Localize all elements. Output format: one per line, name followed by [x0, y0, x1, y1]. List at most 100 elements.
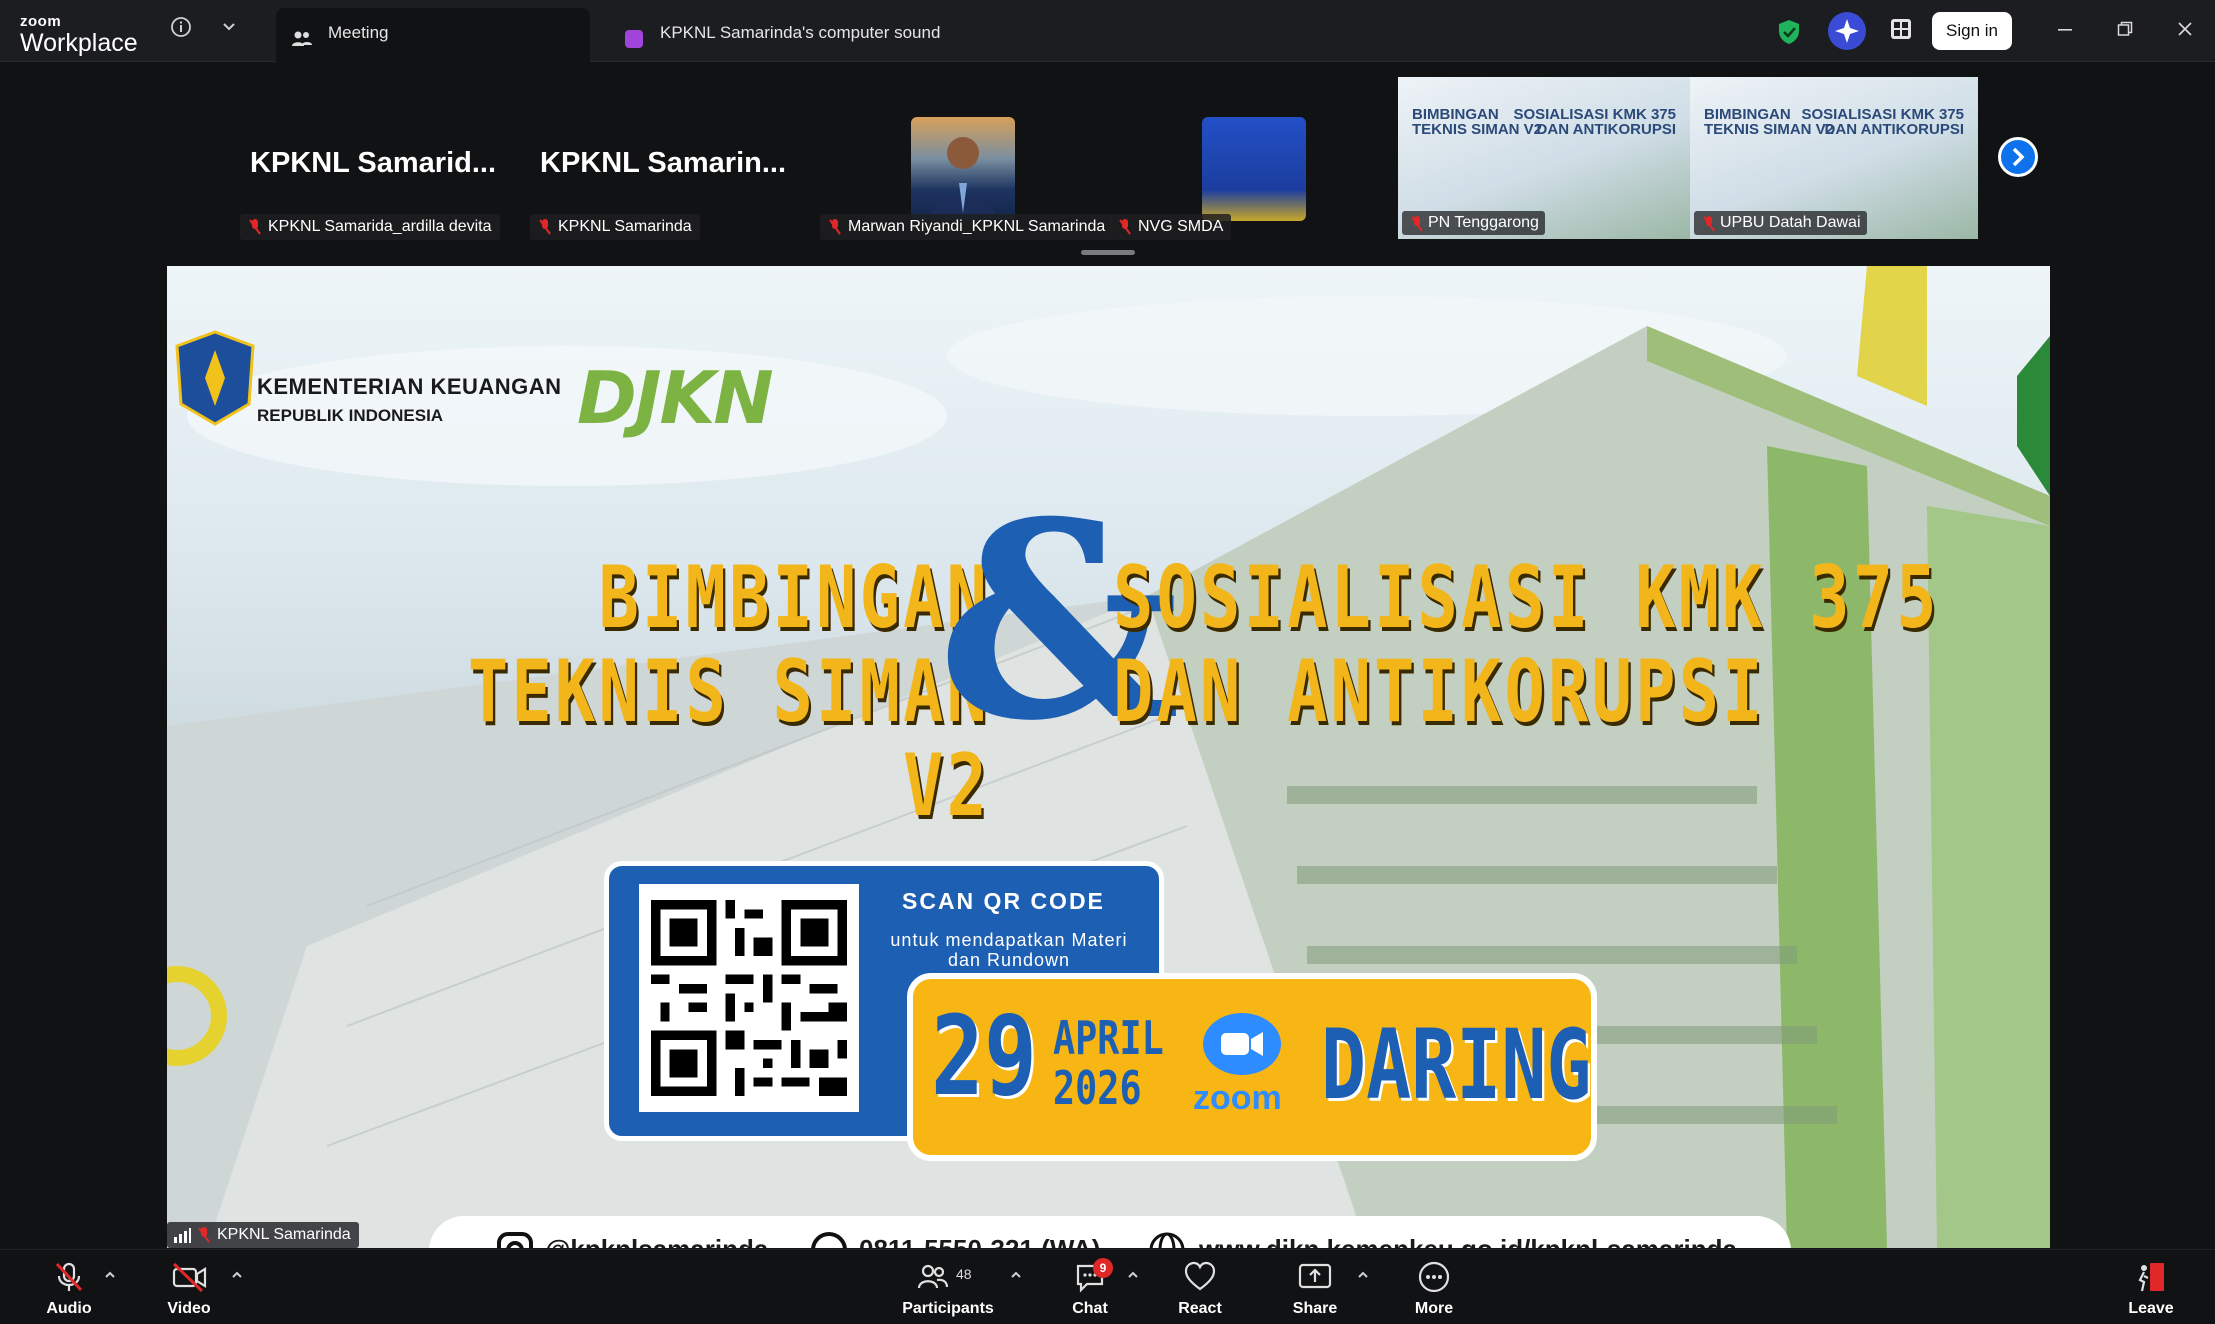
brand-big: Workplace [20, 29, 138, 57]
participant-label: KPKNL Samarida_ardilla devita [240, 214, 500, 240]
presenter-name: KPKNL Samarinda [217, 1226, 351, 1243]
org-line-2: REPUBLIK INDONESIA [257, 406, 444, 425]
title-right-line-1: SOSIALISASI KMK 375 [1113, 548, 1940, 648]
strip-scroll-indicator[interactable] [1081, 250, 1135, 255]
meeting-toolbar: Audio Video 48 Participants 9 Chat React… [0, 1249, 2215, 1324]
event-month: APRIL [1053, 1011, 1164, 1065]
scan-qr-title: SCAN QR CODE [902, 888, 1105, 914]
scan-qr-subtitle: untuk mendapatkan Materi dan Rundown [890, 930, 1128, 970]
audio-options-chevron-icon[interactable] [101, 1268, 119, 1286]
ai-companion-icon[interactable] [1826, 10, 1868, 57]
zoom-workplace-logo: zoom Workplace [20, 14, 138, 56]
zoom-wordmark: zoom [1193, 1079, 1282, 1117]
contact-phone: 0811-5550-321 (WA) [859, 1234, 1100, 1248]
minimize-icon[interactable] [2050, 16, 2080, 46]
thumb-title-right: SOSIALISASI KMK 375 DAN ANTIKORUPSI [1513, 106, 1676, 138]
next-page-button[interactable] [1998, 137, 2038, 177]
signal-bars-icon [174, 1228, 191, 1243]
chevron-down-icon[interactable] [216, 16, 242, 42]
shared-screen: KEMENTERIAN KEUANGAN REPUBLIK INDONESIA … [167, 266, 2050, 1248]
chevron-right-icon [2012, 147, 2025, 167]
globe-icon [1149, 1232, 1185, 1248]
participant-display-name: KPKNL Samarid... [250, 147, 497, 179]
participants-options-chevron-icon[interactable] [1007, 1268, 1025, 1286]
apps-grid-icon[interactable] [1888, 16, 1914, 47]
participant-tile[interactable]: NVG SMDA [1110, 75, 1306, 240]
whatsapp-icon [811, 1232, 847, 1248]
tab-meeting-label: Meeting [328, 23, 389, 42]
title-right-line-2: DAN ANTIKORUPSI [1113, 642, 1766, 742]
mic-muted-icon [55, 1262, 83, 1292]
participant-tile-screen-thumbnail[interactable]: BIMBINGAN TEKNIS SIMAN V2 SOSIALISASI KM… [1398, 77, 1690, 239]
close-icon[interactable] [2170, 16, 2200, 46]
participant-video-thumbnail [911, 117, 1015, 221]
more-dots-icon [1418, 1261, 1450, 1293]
participants-count: 48 [956, 1266, 972, 1282]
participant-tile[interactable]: KPKNL Samarin... KPKNL Samarinda [530, 75, 820, 240]
more-label: More [1414, 1300, 1454, 1317]
heart-icon [1184, 1261, 1216, 1291]
people-icon [290, 21, 314, 46]
participant-name: KPKNL Samarinda [558, 218, 692, 235]
video-button[interactable]: Video [144, 1258, 234, 1322]
mic-muted-icon [1703, 216, 1715, 232]
presenter-label: KPKNL Samarinda [167, 1222, 359, 1248]
contact-instagram: @kpknlsamarinda [545, 1234, 768, 1248]
react-button[interactable]: React [1155, 1258, 1245, 1322]
participants-label: Participants [902, 1300, 994, 1317]
slide-title-left: BIMBINGAN TEKNIS SIMAN V2 [348, 551, 990, 833]
sign-in-button[interactable]: Sign in [1932, 12, 2012, 50]
app-square-icon [622, 21, 646, 48]
tab-computer-sound-label: KPKNL Samarinda's computer sound [660, 23, 941, 42]
participant-video-thumbnail [1202, 117, 1306, 221]
participant-label: NVG SMDA [1110, 214, 1232, 240]
participant-label: Marwan Riyandi_KPKNL Samarinda [820, 214, 1114, 240]
participant-label: PN Tenggarong [1402, 211, 1545, 235]
participants-icon [917, 1264, 949, 1289]
chat-button[interactable]: 9 Chat [1045, 1258, 1135, 1322]
info-icon[interactable] [168, 16, 194, 42]
shield-check-icon[interactable] [1776, 18, 1802, 51]
share-button[interactable]: Share [1270, 1258, 1360, 1322]
mic-muted-icon [198, 1227, 210, 1243]
video-options-chevron-icon[interactable] [228, 1268, 246, 1286]
share-options-chevron-icon[interactable] [1354, 1268, 1372, 1286]
event-month-year: APRIL 2026 [1053, 1013, 1164, 1113]
leave-label: Leave [2128, 1300, 2174, 1317]
event-mode: DARING [1321, 1009, 1592, 1121]
participants-button[interactable]: 48 Participants [898, 1258, 998, 1322]
djkn-logo-text: DJKN [577, 356, 774, 440]
participant-tile[interactable]: Marwan Riyandi_KPKNL Samarinda [820, 75, 1114, 240]
video-off-icon [172, 1262, 207, 1293]
more-button[interactable]: More [1389, 1258, 1479, 1322]
org-line-1: KEMENTERIAN KEUANGAN [257, 374, 562, 399]
title-left-line-2: TEKNIS SIMAN V2 [467, 642, 990, 836]
audio-label: Audio [46, 1300, 92, 1317]
instagram-icon [497, 1232, 533, 1248]
tab-meeting[interactable]: Meeting [276, 8, 590, 62]
participant-strip: KPKNL Samarid... KPKNL Samarida_ardilla … [0, 63, 2215, 263]
leave-door-icon [2138, 1263, 2164, 1292]
title-left-line-1: BIMBINGAN [598, 548, 990, 648]
participant-name: NVG SMDA [1138, 218, 1224, 235]
participant-display-name: KPKNL Samarin... [540, 147, 787, 179]
participant-label: KPKNL Samarinda [530, 214, 700, 240]
qr-code-icon [651, 900, 847, 1096]
leave-button[interactable]: Leave [2106, 1258, 2196, 1322]
participant-name: PN Tenggarong [1428, 214, 1539, 231]
participant-name: KPKNL Samarida_ardilla devita [268, 218, 492, 235]
org-name: KEMENTERIAN KEUANGAN REPUBLIK INDONESIA [257, 374, 562, 426]
title-bar: zoom Workplace Meeting KPKNL Samarinda's… [0, 0, 2215, 62]
participant-tile[interactable]: KPKNL Samarid... KPKNL Samarida_ardilla … [240, 75, 530, 240]
restore-icon[interactable] [2110, 16, 2140, 46]
share-screen-icon [1298, 1263, 1332, 1289]
date-card: 29 APRIL 2026 zoom DARING [907, 973, 1597, 1161]
participant-name: Marwan Riyandi_KPKNL Samarinda [848, 218, 1106, 235]
participant-name: UPBU Datah Dawai [1720, 214, 1861, 231]
qr-code-image [639, 884, 859, 1112]
share-label: Share [1292, 1300, 1338, 1317]
tab-computer-sound[interactable]: KPKNL Samarinda's computer sound [608, 8, 1008, 62]
participant-tile-screen-thumbnail[interactable]: BIMBINGAN TEKNIS SIMAN V2 SOSIALISASI KM… [1690, 77, 1978, 239]
mic-muted-icon [539, 219, 551, 235]
chat-options-chevron-icon[interactable] [1124, 1268, 1142, 1286]
